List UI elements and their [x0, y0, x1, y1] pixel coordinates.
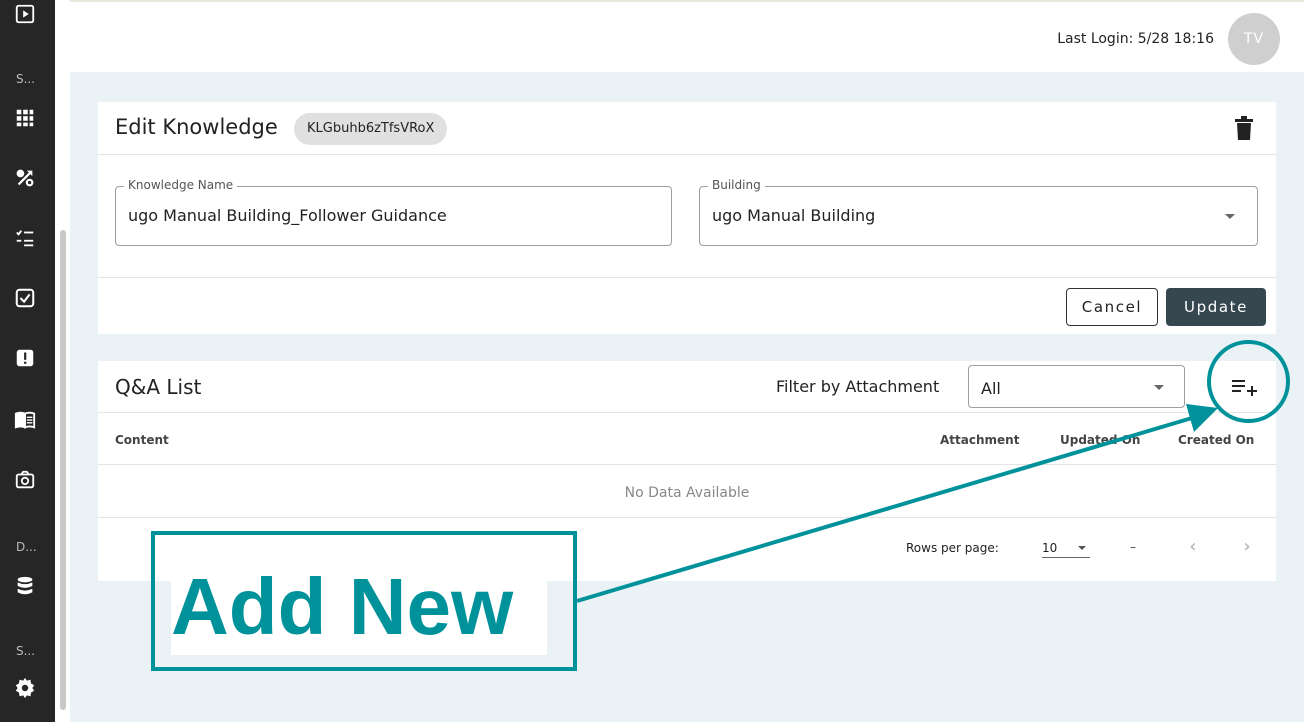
knowledge-name-value: ugo Manual Building_Follower Guidance [128, 206, 447, 225]
camera-icon[interactable] [13, 468, 37, 492]
sidebar-section-label: S... [16, 72, 36, 86]
edit-knowledge-header: Edit Knowledge KLGbuhb6zTfsVRoX [98, 102, 1276, 155]
prev-page-button[interactable]: ‹ [1184, 536, 1202, 560]
knowledge-name-field[interactable]: Knowledge Name ugo Manual Building_Follo… [115, 178, 672, 246]
top-bar: Last Login: 5/28 18:16 TV [70, 2, 1304, 72]
cancel-button[interactable]: Cancel [1066, 288, 1158, 326]
knowledge-id-chip: KLGbuhb6zTfsVRoX [294, 113, 448, 145]
annotation-callout-text: Add New [171, 559, 547, 655]
rows-per-page-label: Rows per page: [906, 541, 999, 555]
annotation-callout-box: Add New [151, 531, 577, 671]
empty-state-text: No Data Available [624, 485, 750, 501]
building-label: Building [708, 178, 765, 192]
building-value: ugo Manual Building [712, 206, 876, 225]
workflow-icon[interactable] [13, 166, 37, 190]
filter-value: All [981, 379, 1001, 398]
chevron-down-icon [1078, 546, 1086, 550]
page-title: Edit Knowledge [115, 115, 278, 139]
table-empty-row: No Data Available [98, 465, 1276, 518]
qa-list-title: Q&A List [115, 375, 202, 399]
table-header-row: Content Attachment Updated On Created On [98, 413, 1276, 465]
sidebar-section-label: S... [16, 644, 36, 658]
rows-per-page-select[interactable]: 10 [1042, 536, 1090, 558]
sidebar: S... D... S... [0, 0, 55, 722]
sidebar-section-label: D... [16, 540, 37, 554]
filter-label: Filter by Attachment [776, 377, 940, 396]
book-icon[interactable] [13, 408, 37, 432]
trash-icon[interactable] [1234, 116, 1254, 140]
chevron-down-icon [1154, 385, 1164, 390]
column-updated-on[interactable]: Updated On [1060, 433, 1140, 447]
knowledge-name-label: Knowledge Name [124, 178, 238, 192]
alert-icon[interactable] [13, 346, 37, 370]
apps-grid-icon[interactable] [13, 106, 37, 130]
qa-list-header: Q&A List Filter by Attachment All [98, 361, 1276, 413]
sidebar-scrollbar[interactable] [60, 230, 66, 710]
page-range-text: – [1130, 540, 1136, 554]
annotation-highlight-circle [1207, 340, 1290, 423]
database-icon[interactable] [13, 574, 37, 598]
checklist-icon[interactable] [13, 226, 37, 250]
play-box-icon[interactable] [13, 2, 37, 26]
update-button[interactable]: Update [1166, 288, 1266, 326]
column-attachment[interactable]: Attachment [940, 433, 1019, 447]
edit-actions: Cancel Update [98, 277, 1276, 334]
chevron-down-icon [1225, 214, 1235, 219]
column-created-on[interactable]: Created On [1178, 433, 1254, 447]
edit-knowledge-card: Edit Knowledge KLGbuhb6zTfsVRoX Knowledg… [98, 102, 1276, 334]
column-content[interactable]: Content [115, 433, 169, 447]
attachment-filter-select[interactable]: All [968, 365, 1185, 408]
last-login-text: Last Login: 5/28 18:16 [1057, 31, 1214, 47]
next-page-button[interactable]: › [1238, 536, 1256, 560]
avatar[interactable]: TV [1228, 13, 1280, 65]
gear-icon[interactable] [13, 676, 37, 700]
rows-per-page-value: 10 [1042, 541, 1058, 555]
building-select[interactable]: Building ugo Manual Building [699, 178, 1258, 246]
task-check-icon[interactable] [13, 286, 37, 310]
